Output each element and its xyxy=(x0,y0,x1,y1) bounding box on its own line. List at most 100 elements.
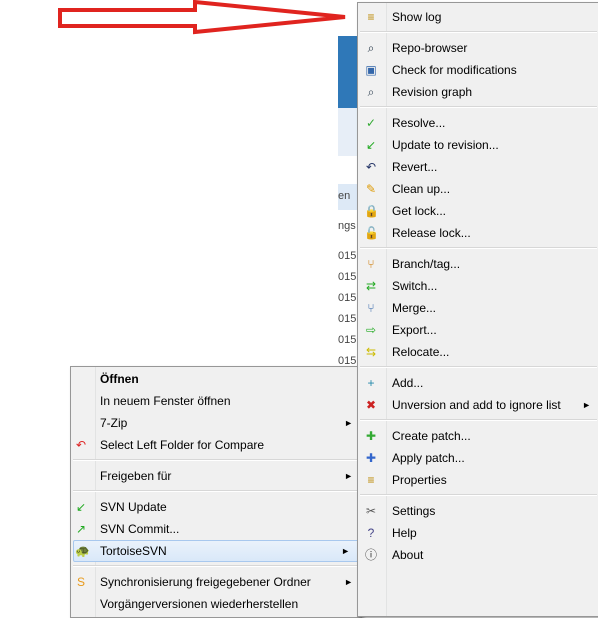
resolve-icon: ✓ xyxy=(365,116,377,130)
export-icon: ⇨ xyxy=(365,323,377,337)
menu-item-synchronisierung-freigegebener-ordner[interactable]: S Synchronisierung freigegebener Ordner ► xyxy=(71,571,361,593)
menu-item-apply-patch[interactable]: ✚ Apply patch... xyxy=(358,447,598,469)
menu-item-check-for-modifications[interactable]: ▣ Check for modifications xyxy=(358,59,598,81)
submenu-arrow-icon: ► xyxy=(344,418,353,428)
submenu-arrow-icon: ► xyxy=(344,577,353,587)
help-icon: ? xyxy=(367,526,375,540)
background-column-text: ngs xyxy=(338,220,356,232)
menu-item-label: Clean up... xyxy=(392,182,451,196)
menu-item-label: TortoiseSVN xyxy=(100,544,167,558)
menu-item-label: Synchronisierung freigegebener Ordner xyxy=(100,575,311,589)
menu-item-in-neuem-fenster-öffnen[interactable]: In neuem Fenster öffnen xyxy=(71,390,361,412)
menu-item-label: Relocate... xyxy=(392,345,450,359)
menu-item-resolve[interactable]: ✓ Resolve... xyxy=(358,112,598,134)
menu-item-öffnen[interactable]: Öffnen xyxy=(71,368,361,390)
menu-item-clean-up[interactable]: ✎ Clean up... xyxy=(358,178,598,200)
menu-item-switch[interactable]: ⇄ Switch... xyxy=(358,275,598,297)
repo-browser-icon: ⌕ xyxy=(367,41,375,55)
menu-item-settings[interactable]: ✂ Settings xyxy=(358,500,598,522)
background-row-date: 015 xyxy=(338,271,357,283)
menu-item-label: Check for modifications xyxy=(392,63,517,77)
background-row-date: 015 xyxy=(338,292,357,304)
menu-item-label: Add... xyxy=(392,376,424,390)
update-revision-icon: ↙ xyxy=(365,138,377,152)
menu-item-label: Öffnen xyxy=(100,372,139,386)
menu-item-about[interactable]: ⓘ About xyxy=(358,544,598,566)
menu-separator xyxy=(73,490,359,492)
menu-item-label: Release lock... xyxy=(392,226,471,240)
tortoise-icon: 🐢 xyxy=(75,544,90,558)
menu-item-label: Revert... xyxy=(392,160,438,174)
submenu-arrow-icon: ► xyxy=(341,546,350,556)
menu-item-export[interactable]: ⇨ Export... xyxy=(358,319,598,341)
branch-icon: ⑂ xyxy=(367,257,375,271)
menu-item-label: Merge... xyxy=(392,301,437,315)
menu-item-properties[interactable]: ≡ Properties xyxy=(358,469,598,491)
menu-item-label: Export... xyxy=(392,323,437,337)
properties-icon: ≡ xyxy=(367,473,375,487)
menu-separator xyxy=(360,366,597,368)
unlock-icon: 🔓 xyxy=(364,226,379,240)
menu-item-svn-update[interactable]: ↙ SVN Update xyxy=(71,496,361,518)
menu-item-vorgängerversionen-wiederherstellen[interactable]: Vorgängerversionen wiederherstellen xyxy=(71,593,361,615)
relocate-icon: ⇆ xyxy=(365,345,377,359)
revert-icon: ↶ xyxy=(365,160,377,174)
menu-separator xyxy=(73,565,359,567)
background-row-date: 015 xyxy=(338,250,357,262)
explorer-context-menu: Öffnen In neuem Fenster öffnen 7-Zip ► ↶ Sele… xyxy=(70,366,362,618)
menu-item-unversion-and-add-to-ignore-list[interactable]: ✖ Unversion and add to ignore list ► xyxy=(358,394,598,416)
menu-item-release-lock[interactable]: 🔓 Release lock... xyxy=(358,222,598,244)
menu-item-tortoisesvn[interactable]: 🐢 TortoiseSVN ► xyxy=(73,540,359,562)
tortoisesvn-submenu: ≡ Show log ⌕ Repo-browser ▣ Check for modific… xyxy=(357,2,598,617)
submenu-arrow-icon: ► xyxy=(344,471,353,481)
menu-item-update-to-revision[interactable]: ↙ Update to revision... xyxy=(358,134,598,156)
menu-item-add[interactable]: + Add... xyxy=(358,372,598,394)
menu-item-label: About xyxy=(392,548,424,562)
menu-separator xyxy=(73,459,359,461)
check-modifications-icon: ▣ xyxy=(365,63,377,77)
ignore-icon: ✖ xyxy=(365,398,377,412)
menu-item-help[interactable]: ? Help xyxy=(358,522,598,544)
menu-item-label: In neuem Fenster öffnen xyxy=(100,394,231,408)
merge-icon: ⑂ xyxy=(367,301,375,315)
menu-item-freigeben-für[interactable]: Freigeben für ► xyxy=(71,465,361,487)
menu-separator xyxy=(360,494,597,496)
menu-item-revert[interactable]: ↶ Revert... xyxy=(358,156,598,178)
sync-icon: S xyxy=(76,575,85,589)
menu-item-revision-graph[interactable]: ⌕ Revision graph xyxy=(358,81,598,103)
svn-commit-icon: ↗ xyxy=(75,522,87,536)
menu-item-select-left-folder-for-compare[interactable]: ↶ Select Left Folder for Compare xyxy=(71,434,361,456)
menu-item-relocate[interactable]: ⇆ Relocate... xyxy=(358,341,598,363)
switch-icon: ⇄ xyxy=(365,279,377,293)
menu-separator xyxy=(360,419,597,421)
about-icon: ⓘ xyxy=(364,548,377,562)
menu-item-label: Switch... xyxy=(392,279,438,293)
menu-item-get-lock[interactable]: 🔒 Get lock... xyxy=(358,200,598,222)
menu-item-label: Repo-browser xyxy=(392,41,468,55)
menu-item-label: Unversion and add to ignore list xyxy=(392,398,561,412)
background-row-date: 015 xyxy=(338,334,357,346)
menu-item-branch-tag[interactable]: ⑂ Branch/tag... xyxy=(358,253,598,275)
settings-icon: ✂ xyxy=(365,504,377,518)
menu-item-label: SVN Update xyxy=(100,500,167,514)
menu-item-svn-commit[interactable]: ↗ SVN Commit... xyxy=(71,518,361,540)
menu-item-7-zip[interactable]: 7-Zip ► xyxy=(71,412,361,434)
menu-item-label: Vorgängerversionen wiederherstellen xyxy=(100,597,299,611)
menu-item-label: 7-Zip xyxy=(100,416,128,430)
undo-arrow-icon: ↶ xyxy=(75,438,87,452)
create-patch-icon: ✚ xyxy=(365,429,377,443)
svn-update-icon: ↙ xyxy=(75,500,87,514)
submenu-arrow-icon: ► xyxy=(582,400,591,410)
menu-item-merge[interactable]: ⑂ Merge... xyxy=(358,297,598,319)
menu-item-label: Settings xyxy=(392,504,436,518)
menu-item-repo-browser[interactable]: ⌕ Repo-browser xyxy=(358,37,598,59)
menu-item-show-log[interactable]: ≡ Show log xyxy=(358,6,598,28)
menu-item-create-patch[interactable]: ✚ Create patch... xyxy=(358,425,598,447)
background-header-text: en xyxy=(338,190,351,202)
menu-item-label: Update to revision... xyxy=(392,138,499,152)
background-row-date: 015 xyxy=(338,313,357,325)
menu-item-label: Branch/tag... xyxy=(392,257,461,271)
add-icon: + xyxy=(367,376,375,390)
menu-item-label: Create patch... xyxy=(392,429,471,443)
cleanup-icon: ✎ xyxy=(365,182,377,196)
